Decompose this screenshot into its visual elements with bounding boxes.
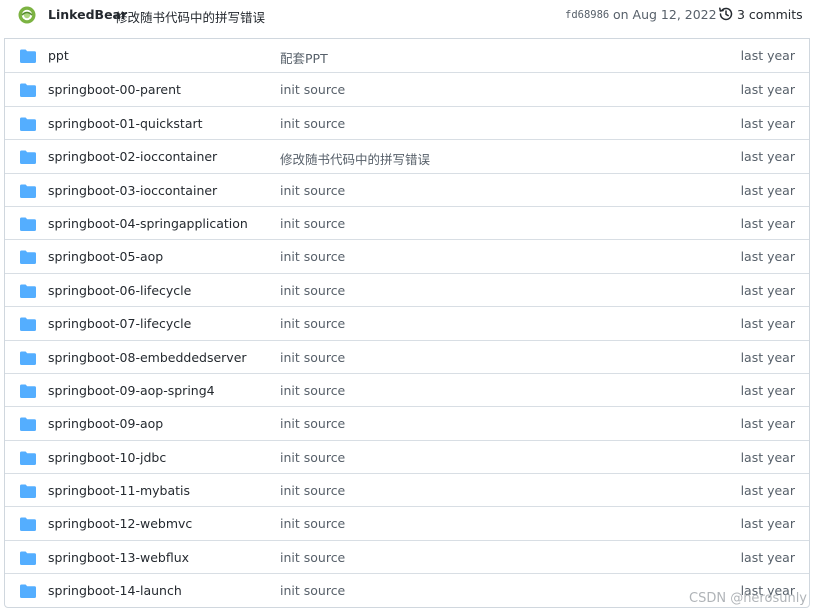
file-name-link[interactable]: springboot-03-ioccontainer bbox=[48, 183, 217, 198]
table-row[interactable]: springboot-04-springapplication init sou… bbox=[5, 205, 809, 239]
table-row[interactable]: springboot-02-ioccontainer 修改随书代码中的拼写错误 … bbox=[5, 139, 809, 172]
folder-icon bbox=[20, 250, 36, 265]
file-age: last year bbox=[740, 182, 795, 198]
file-name-link[interactable]: springboot-02-ioccontainer bbox=[48, 149, 217, 164]
folder-icon bbox=[20, 551, 36, 565]
file-age: last year bbox=[740, 282, 795, 298]
file-age: last year bbox=[740, 82, 795, 98]
csdn-watermark: CSDN @herosunly bbox=[689, 591, 808, 606]
file-age: last year bbox=[740, 215, 795, 231]
file-age: last year bbox=[740, 349, 795, 365]
file-name-link[interactable]: springboot-04-springapplication bbox=[48, 216, 248, 231]
file-name-link[interactable]: springboot-08-embeddedserver bbox=[48, 350, 247, 365]
table-row[interactable]: springboot-00-parent init source last ye… bbox=[5, 72, 809, 105]
file-age: last year bbox=[740, 115, 795, 131]
table-row[interactable]: springboot-03-ioccontainer init source l… bbox=[5, 172, 809, 206]
folder-icon bbox=[20, 284, 36, 298]
file-name-link[interactable]: springboot-12-webmvc bbox=[48, 516, 192, 531]
folder-icon bbox=[20, 351, 36, 365]
file-commit-message-link[interactable]: init source bbox=[280, 82, 345, 97]
file-age: last year bbox=[740, 149, 795, 165]
folder-icon bbox=[20, 83, 36, 98]
file-age: last year bbox=[740, 483, 795, 499]
file-commit-message-link[interactable]: init source bbox=[280, 316, 345, 331]
table-row[interactable]: springboot-09-aop-spring4 init source la… bbox=[5, 372, 809, 406]
latest-commit-bar: LinkedBear 修改随书代码中的拼写错误 fd68986 on Aug 1… bbox=[4, 0, 810, 32]
file-age: last year bbox=[740, 249, 795, 265]
file-commit-message-link[interactable]: init source bbox=[280, 450, 345, 465]
file-name-link[interactable]: springboot-01-quickstart bbox=[48, 116, 203, 131]
folder-icon bbox=[20, 584, 36, 599]
folder-icon bbox=[20, 317, 36, 332]
table-row[interactable]: springboot-05-aop init source last year bbox=[5, 239, 809, 272]
file-name-link[interactable]: springboot-11-mybatis bbox=[48, 483, 190, 498]
folder-icon bbox=[20, 484, 36, 499]
commits-count: 3 commits bbox=[737, 6, 803, 22]
file-commit-message-link[interactable]: 修改随书代码中的拼写错误 bbox=[280, 149, 430, 168]
file-name-link[interactable]: ppt bbox=[48, 48, 69, 63]
table-row[interactable]: springboot-06-lifecycle init source last… bbox=[5, 272, 809, 306]
table-row[interactable]: springboot-01-quickstart init source las… bbox=[5, 105, 809, 139]
file-age: last year bbox=[740, 516, 795, 532]
table-row[interactable]: springboot-12-webmvc init source last ye… bbox=[5, 506, 809, 539]
file-name-link[interactable]: springboot-05-aop bbox=[48, 249, 163, 264]
folder-icon bbox=[20, 184, 36, 198]
file-commit-message-link[interactable]: init source bbox=[280, 550, 345, 565]
file-age: last year bbox=[740, 549, 795, 565]
table-row[interactable]: springboot-07-lifecycle init source last… bbox=[5, 306, 809, 339]
file-name-link[interactable]: springboot-07-lifecycle bbox=[48, 316, 191, 331]
table-row[interactable]: springboot-09-aop init source last year bbox=[5, 406, 809, 439]
commit-history-link[interactable]: 3 commits bbox=[718, 6, 803, 22]
table-row[interactable]: springboot-13-webflux init source last y… bbox=[5, 539, 809, 573]
file-age: last year bbox=[740, 416, 795, 432]
file-age: last year bbox=[740, 449, 795, 465]
file-age: last year bbox=[740, 48, 795, 63]
commit-message-link[interactable]: 修改随书代码中的拼写错误 bbox=[115, 7, 265, 26]
folder-icon bbox=[20, 117, 36, 131]
file-commit-message-link[interactable]: init source bbox=[280, 583, 345, 598]
file-age: last year bbox=[740, 382, 795, 398]
file-name-link[interactable]: springboot-06-lifecycle bbox=[48, 283, 191, 298]
history-icon bbox=[719, 7, 733, 21]
file-name-link[interactable]: springboot-09-aop bbox=[48, 416, 163, 431]
file-commit-message-link[interactable]: 配套PPT bbox=[280, 48, 328, 67]
file-commit-message-link[interactable]: init source bbox=[280, 116, 345, 131]
file-commit-message-link[interactable]: init source bbox=[280, 516, 345, 531]
folder-icon bbox=[20, 49, 36, 63]
folder-icon bbox=[20, 417, 36, 432]
file-name-link[interactable]: springboot-14-launch bbox=[48, 583, 182, 598]
folder-icon bbox=[20, 384, 36, 398]
table-row[interactable]: ppt 配套PPT last year bbox=[5, 39, 809, 72]
file-name-link[interactable]: springboot-10-jdbc bbox=[48, 450, 166, 465]
file-commit-message-link[interactable]: init source bbox=[280, 483, 345, 498]
commit-sha-link[interactable]: fd68986 bbox=[565, 9, 609, 21]
file-commit-message-link[interactable]: init source bbox=[280, 383, 345, 398]
folder-icon bbox=[20, 451, 36, 465]
file-commit-message-link[interactable]: init source bbox=[280, 249, 345, 264]
file-list: ppt 配套PPT last year springboot-00-parent… bbox=[4, 38, 810, 608]
table-row[interactable]: springboot-11-mybatis init source last y… bbox=[5, 473, 809, 506]
file-name-link[interactable]: springboot-00-parent bbox=[48, 82, 181, 97]
folder-icon bbox=[20, 150, 36, 165]
file-commit-message-link[interactable]: init source bbox=[280, 350, 345, 365]
file-age: last year bbox=[740, 316, 795, 332]
file-commit-message-link[interactable]: init source bbox=[280, 216, 345, 231]
folder-icon bbox=[20, 517, 36, 532]
table-row[interactable]: springboot-10-jdbc init source last year bbox=[5, 439, 809, 473]
file-name-link[interactable]: springboot-13-webflux bbox=[48, 550, 189, 565]
file-commit-message-link[interactable]: init source bbox=[280, 183, 345, 198]
table-row[interactable]: springboot-08-embeddedserver init source… bbox=[5, 339, 809, 373]
author-avatar-icon[interactable] bbox=[18, 6, 36, 24]
commit-date: on Aug 12, 2022 bbox=[613, 7, 717, 22]
file-commit-message-link[interactable]: init source bbox=[280, 283, 345, 298]
file-commit-message-link[interactable]: init source bbox=[280, 416, 345, 431]
file-name-link[interactable]: springboot-09-aop-spring4 bbox=[48, 383, 215, 398]
folder-icon bbox=[20, 217, 36, 231]
